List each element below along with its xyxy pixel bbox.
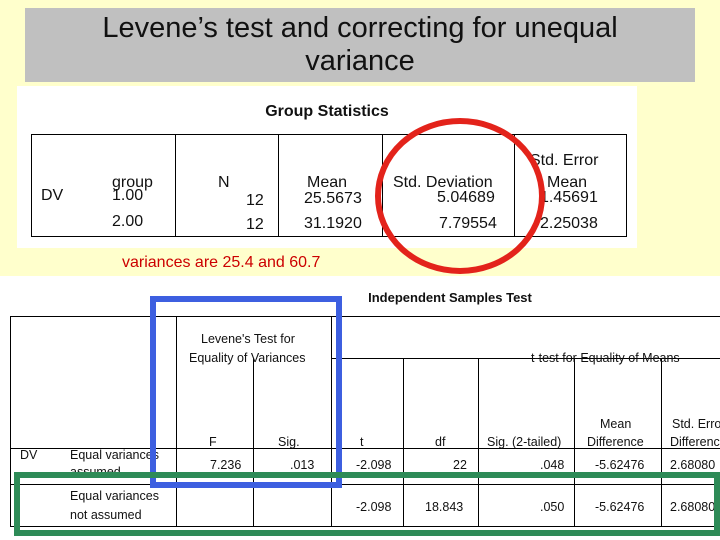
col-header-mean-difference-2: Difference xyxy=(587,435,644,449)
blue-box-annotation xyxy=(150,296,342,488)
col-header-std-error-difference-2: Difference xyxy=(670,435,720,449)
row-label-dv: DV xyxy=(41,187,64,204)
table-cell-group: 1.00 xyxy=(112,187,144,204)
ttest-header: t-test for Equality of Means xyxy=(531,351,680,365)
col-header-t: t xyxy=(360,435,364,449)
table-cell-se: 1.45691 xyxy=(540,189,598,206)
col-header-std-error: Std. Error xyxy=(530,152,599,169)
slide-title-line2: variance xyxy=(305,45,415,77)
col-header-n: N xyxy=(218,174,230,191)
table-cell-sd: 5.04689 xyxy=(437,189,495,206)
table-cell-std-error-difference: 2.68080 xyxy=(670,458,716,472)
independent-samples-caption: Independent Samples Test xyxy=(368,290,532,305)
row-label-equal-assumed: Equal variances xyxy=(70,448,159,462)
table-cell-n: 12 xyxy=(246,192,264,209)
table-cell-se: 2.25038 xyxy=(540,215,598,232)
col-header-std-error-difference: Std. Error xyxy=(672,417,720,431)
table-cell-t: -2.098 xyxy=(356,458,392,472)
slide-title-line1: Levene’s test and correcting for unequal xyxy=(102,12,618,44)
table-cell-group: 2.00 xyxy=(112,213,144,230)
table-cell-df: 22 xyxy=(453,458,467,472)
group-statistics-caption: Group Statistics xyxy=(265,103,389,120)
variance-note: variances are 25.4 and 60.7 xyxy=(122,254,321,271)
slide-title: Levene’s test and correcting for unequal… xyxy=(25,8,695,82)
table-cell-mean: 25.5673 xyxy=(304,190,362,207)
table-cell-n: 12 xyxy=(246,216,264,233)
col-header-df: df xyxy=(435,435,446,449)
col-header-sig-2-tailed: Sig. (2-tailed) xyxy=(487,435,562,449)
table-cell-sig-2-tailed: .048 xyxy=(540,458,565,472)
table-cell-mean: 31.1920 xyxy=(304,215,362,232)
group-statistics-panel: Group Statistics group N Mean Std. Devia… xyxy=(17,86,637,248)
row-label-dv: DV xyxy=(20,448,38,462)
table-cell-mean-difference: -5.62476 xyxy=(595,458,645,472)
green-box-annotation xyxy=(14,472,720,536)
table-cell-sd: 7.79554 xyxy=(439,215,497,232)
col-header-mean-difference: Mean xyxy=(600,417,632,431)
